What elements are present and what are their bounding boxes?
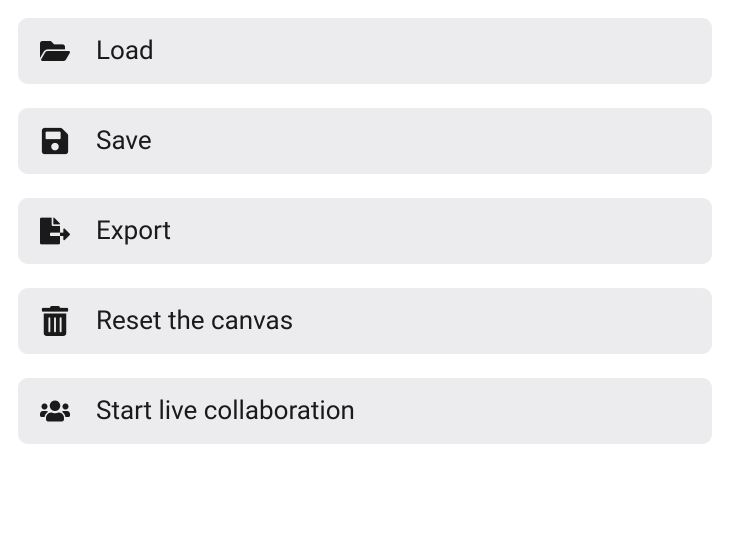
menu-item-label: Reset the canvas bbox=[96, 306, 293, 336]
trash-icon bbox=[40, 306, 70, 336]
menu-list: Load Save Export Reset the canvas Start … bbox=[18, 18, 712, 444]
export-button[interactable]: Export bbox=[18, 198, 712, 264]
menu-item-label: Load bbox=[96, 36, 154, 66]
start-live-collaboration-button[interactable]: Start live collaboration bbox=[18, 378, 712, 444]
export-icon bbox=[40, 216, 70, 246]
load-button[interactable]: Load bbox=[18, 18, 712, 84]
folder-open-icon bbox=[40, 36, 70, 66]
menu-item-label: Export bbox=[96, 216, 171, 246]
menu-item-label: Save bbox=[96, 126, 152, 156]
users-icon bbox=[40, 396, 70, 426]
reset-canvas-button[interactable]: Reset the canvas bbox=[18, 288, 712, 354]
save-icon bbox=[40, 126, 70, 156]
save-button[interactable]: Save bbox=[18, 108, 712, 174]
menu-item-label: Start live collaboration bbox=[96, 396, 355, 426]
